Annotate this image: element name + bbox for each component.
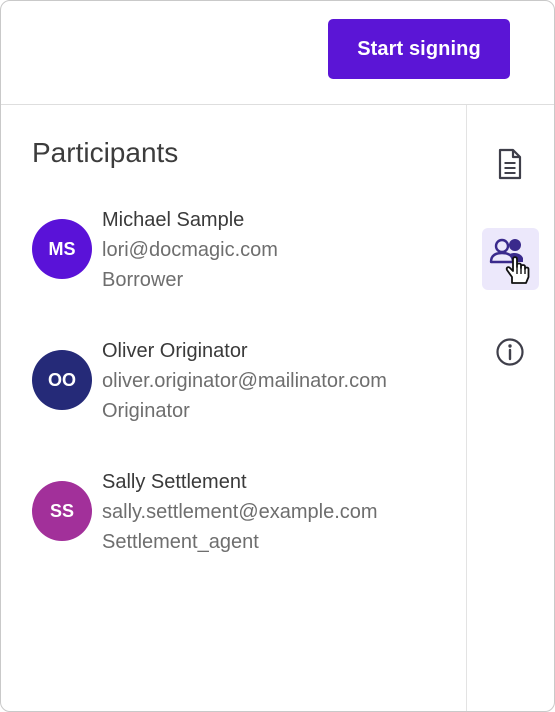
top-bar: Start signing — [1, 1, 554, 105]
participant-details: Michael Sample lori@docmagic.com Borrowe… — [102, 205, 278, 295]
participant-name: Michael Sample — [102, 209, 245, 231]
participant-item: SS Sally Settlement sally.settlement@exa… — [32, 467, 452, 563]
info-icon — [496, 338, 524, 366]
signing-panel: Start signing Participants MS Michael Sa… — [0, 0, 555, 712]
participant-details: Sally Settlement sally.settlement@exampl… — [102, 467, 378, 557]
participants-tab-button[interactable] — [482, 228, 539, 290]
avatar: MS — [32, 219, 92, 279]
participant-item: OO Oliver Originator oliver.originator@m… — [32, 336, 452, 432]
participant-role: Settlement_agent — [102, 531, 259, 553]
document-icon — [498, 148, 522, 180]
participant-role: Originator — [102, 400, 190, 422]
participant-email: sally.settlement@example.com — [102, 501, 378, 523]
participant-email: oliver.originator@mailinator.com — [102, 370, 387, 392]
participant-role: Borrower — [102, 269, 184, 291]
participants-icon — [489, 238, 529, 284]
participant-item: MS Michael Sample lori@docmagic.com Borr… — [32, 205, 452, 301]
participants-title: Participants — [32, 137, 179, 168]
participant-email: lori@docmagic.com — [102, 239, 278, 261]
avatar: OO — [32, 350, 92, 410]
participant-name: Sally Settlement — [102, 471, 247, 493]
start-signing-button[interactable]: Start signing — [328, 19, 510, 79]
avatar: SS — [32, 481, 92, 541]
participant-details: Oliver Originator oliver.originator@mail… — [102, 336, 387, 426]
info-tab-button[interactable] — [481, 323, 539, 381]
participant-name: Oliver Originator — [102, 340, 248, 362]
sidebar-divider — [466, 105, 467, 711]
document-tab-button[interactable] — [481, 135, 539, 193]
